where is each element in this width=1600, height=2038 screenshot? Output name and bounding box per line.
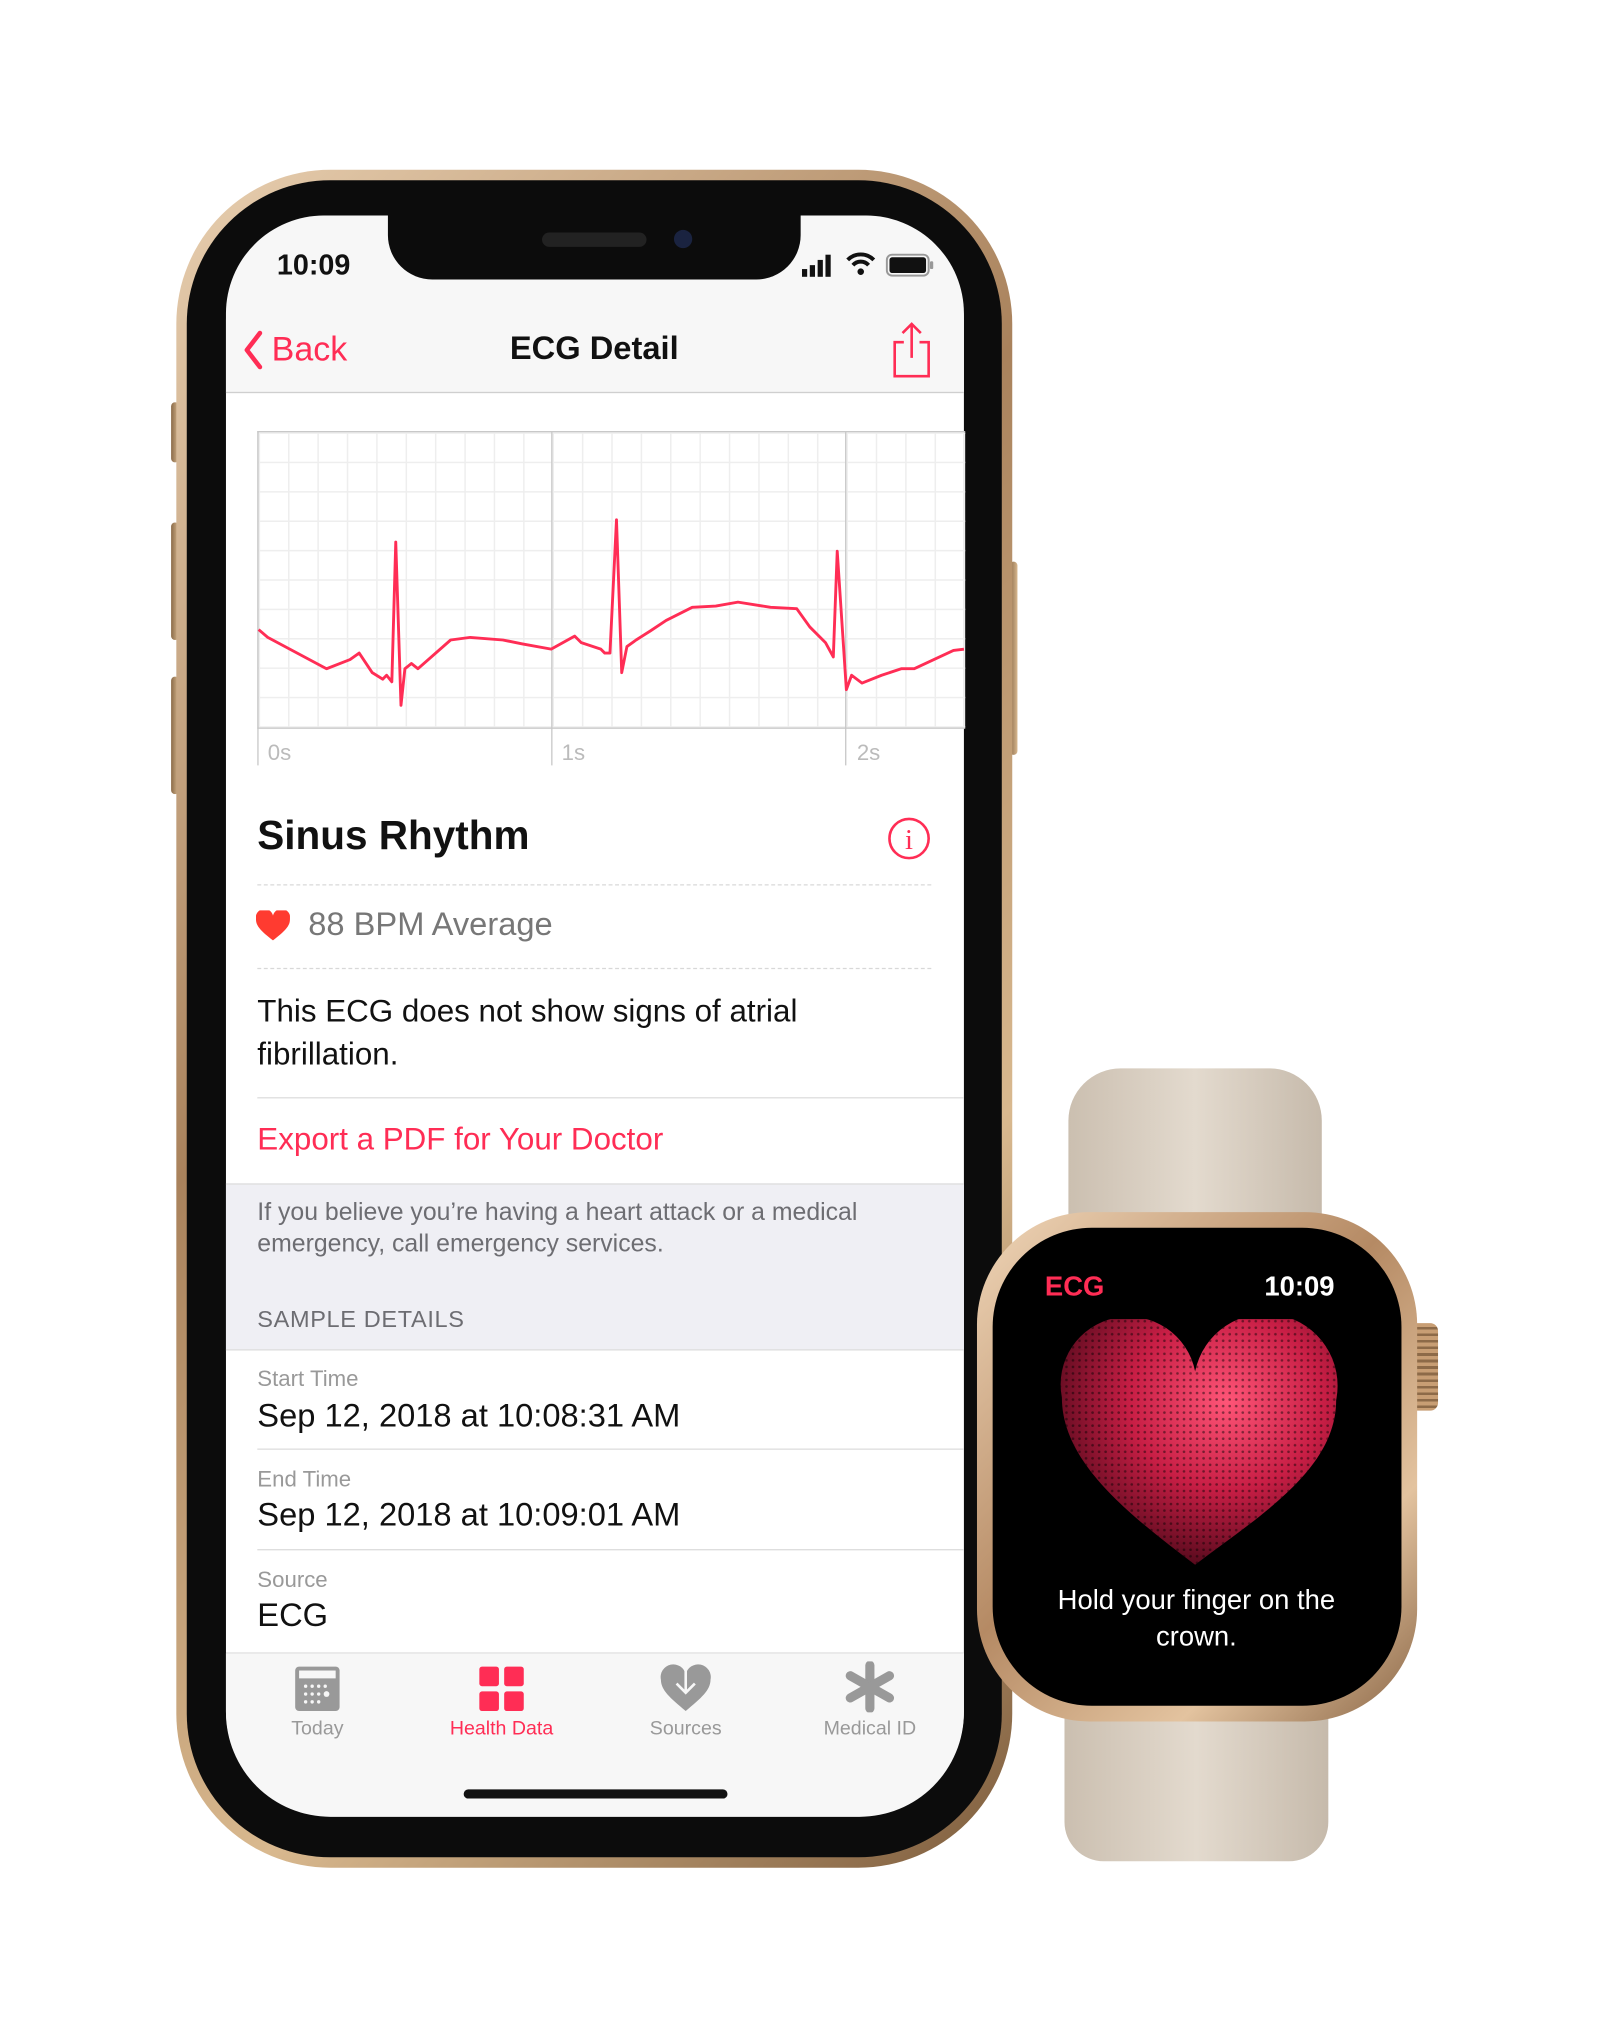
watch-app-label: ECG bbox=[1044, 1272, 1105, 1303]
tab-label: Sources bbox=[649, 1717, 722, 1740]
grid-icon bbox=[479, 1666, 524, 1712]
tab-label: Today bbox=[291, 1717, 344, 1740]
divider bbox=[257, 1097, 964, 1099]
watch-time: 10:09 bbox=[1264, 1272, 1335, 1303]
divider bbox=[257, 1549, 964, 1551]
tab-sources[interactable]: Sources bbox=[607, 1661, 764, 1740]
start-time-value: Sep 12, 2018 at 10:08:31 AM bbox=[257, 1397, 681, 1435]
export-pdf-link[interactable]: Export a PDF for Your Doctor bbox=[257, 1122, 663, 1159]
heart-icon bbox=[255, 910, 290, 941]
watch-band-bottom bbox=[1064, 1697, 1329, 1862]
average-bpm: 88 BPM Average bbox=[308, 906, 553, 944]
section-header: SAMPLE DETAILS bbox=[257, 1306, 465, 1333]
asterisk-icon bbox=[845, 1660, 895, 1713]
calendar-icon bbox=[295, 1666, 340, 1712]
classification-heading: Sinus Rhythm bbox=[257, 812, 530, 859]
source-value: ECG bbox=[257, 1597, 329, 1634]
tab-medical-id[interactable]: Medical ID bbox=[792, 1660, 949, 1740]
ecg-trace bbox=[257, 518, 965, 707]
info-icon[interactable]: i bbox=[887, 816, 931, 860]
result-description: This ECG does not show signs of atrial f… bbox=[257, 993, 798, 1073]
start-time-label: Start Time bbox=[257, 1366, 359, 1392]
tab-label: Health Data bbox=[449, 1717, 554, 1740]
divider bbox=[257, 967, 932, 970]
end-time-value: Sep 12, 2018 at 10:09:01 AM bbox=[257, 1496, 681, 1534]
emergency-warning: If you believe you’re having a heart att… bbox=[257, 1199, 858, 1258]
tab-label: Medical ID bbox=[823, 1717, 917, 1740]
tab-today[interactable]: Today bbox=[239, 1665, 396, 1740]
svg-text:i: i bbox=[905, 824, 913, 856]
heart-particles-icon bbox=[1060, 1319, 1338, 1565]
tab-health-data[interactable]: Health Data bbox=[423, 1665, 580, 1740]
home-indicator[interactable] bbox=[463, 1789, 728, 1799]
heart-download-icon bbox=[660, 1661, 711, 1712]
watch-instruction: Hold your finger on the crown. bbox=[1057, 1585, 1336, 1653]
divider bbox=[257, 884, 932, 886]
source-label: Source bbox=[257, 1567, 328, 1593]
divider bbox=[257, 1448, 964, 1450]
end-time-label: End Time bbox=[257, 1466, 352, 1492]
